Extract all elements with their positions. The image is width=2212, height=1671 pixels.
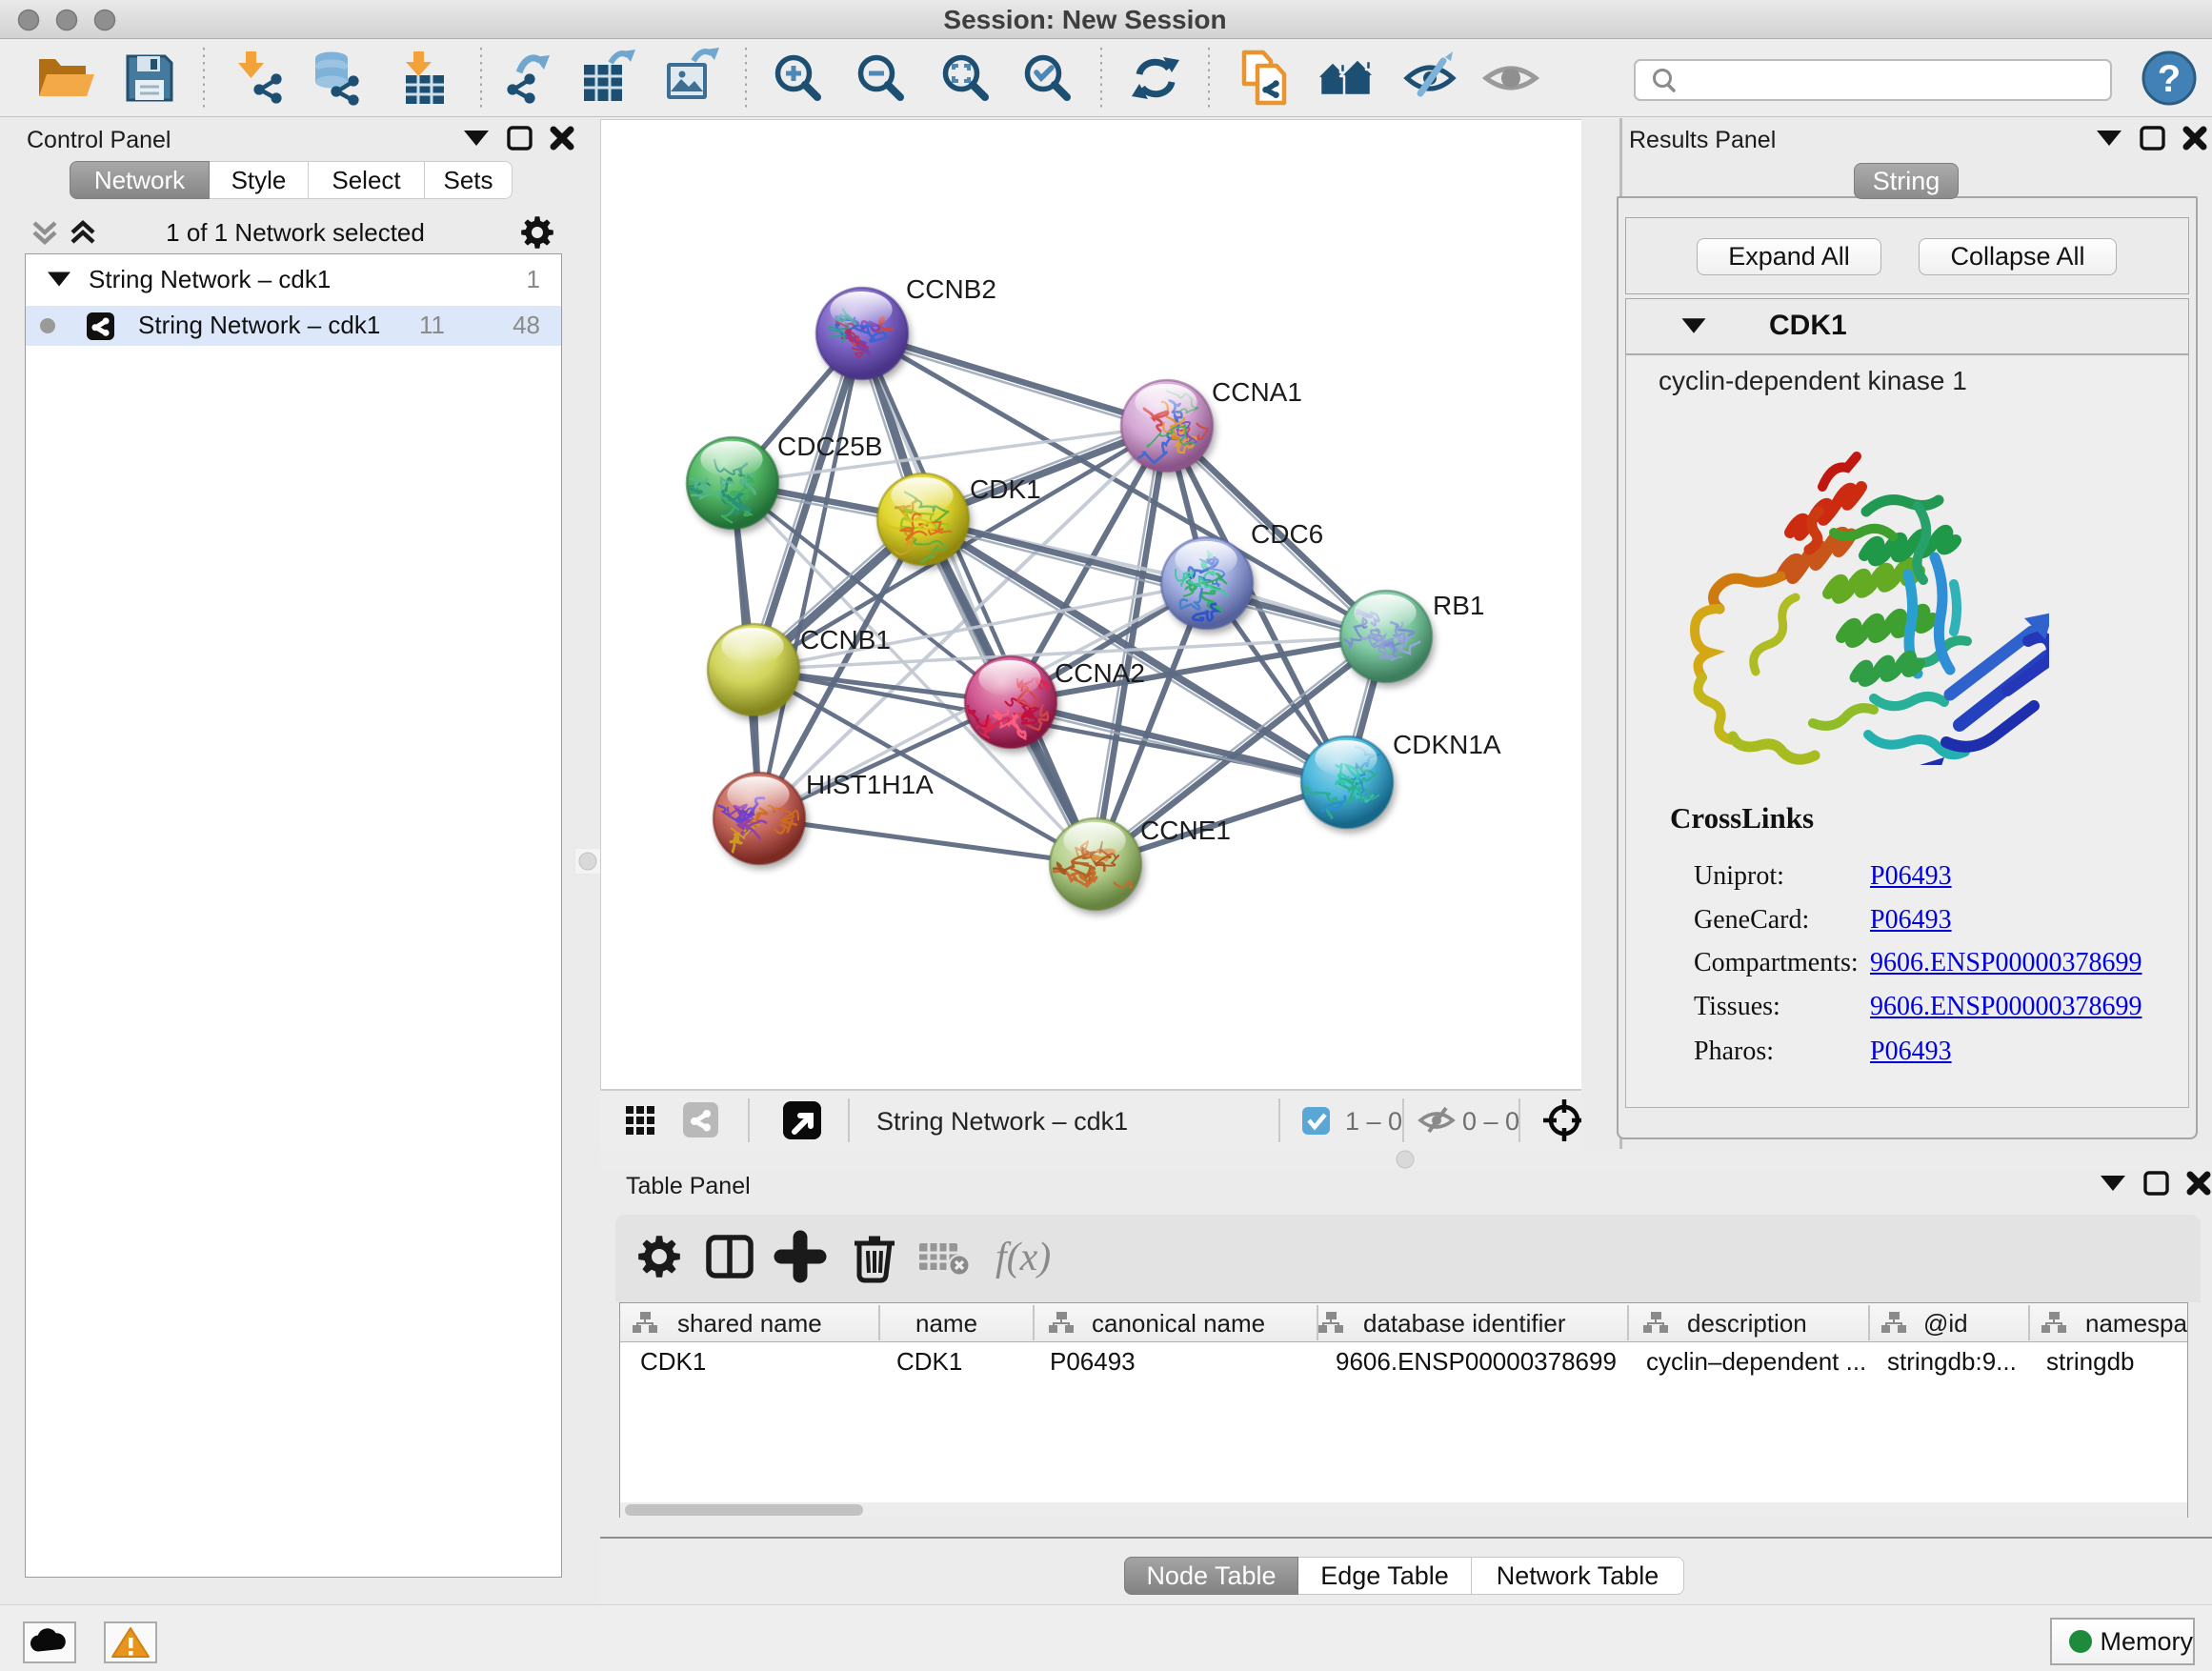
svg-text:CCNA1: CCNA1 [1212,377,1302,407]
svg-text:1 – 0: 1 – 0 [1345,1107,1402,1136]
svg-text:CCNB2: CCNB2 [906,274,996,304]
svg-text:f(x): f(x) [995,1236,1051,1279]
svg-text:CDC6: CDC6 [1251,519,1323,549]
svg-text:RB1: RB1 [1433,591,1484,620]
svg-text:namespac: namespac [2085,1309,2187,1338]
svg-text:canonical name: canonical name [1092,1309,1265,1338]
svg-text:CCNE1: CCNE1 [1140,815,1231,845]
svg-text:name: name [915,1309,977,1338]
svg-text:CCNA2: CCNA2 [1055,658,1145,688]
svg-text:stringdb: stringdb [2046,1347,2135,1376]
svg-text:CCNB1: CCNB1 [800,625,891,654]
svg-text:database identifier: database identifier [1363,1309,1566,1338]
svg-text:9606.ENSP00000378699: 9606.ENSP00000378699 [1336,1347,1617,1376]
svg-text:HIST1H1A: HIST1H1A [806,770,934,799]
svg-text:CDKN1A: CDKN1A [1393,730,1501,759]
svg-text:cyclin–dependent ...: cyclin–dependent ... [1646,1347,1866,1376]
svg-text:CDK1: CDK1 [640,1347,706,1376]
svg-text:shared name: shared name [677,1309,822,1338]
svg-text:?: ? [2158,58,2181,100]
svg-text:0 – 0: 0 – 0 [1462,1107,1519,1136]
svg-text:CDC25B: CDC25B [777,432,882,461]
svg-text:CDK1: CDK1 [896,1347,962,1376]
svg-text:String Network – cdk1: String Network – cdk1 [876,1107,1128,1136]
svg-text:P06493: P06493 [1050,1347,1136,1376]
svg-text:stringdb:9...: stringdb:9... [1887,1347,2017,1376]
svg-text:description: description [1687,1309,1807,1338]
svg-text:CDK1: CDK1 [970,474,1041,504]
svg-text:@id: @id [1923,1309,1968,1338]
